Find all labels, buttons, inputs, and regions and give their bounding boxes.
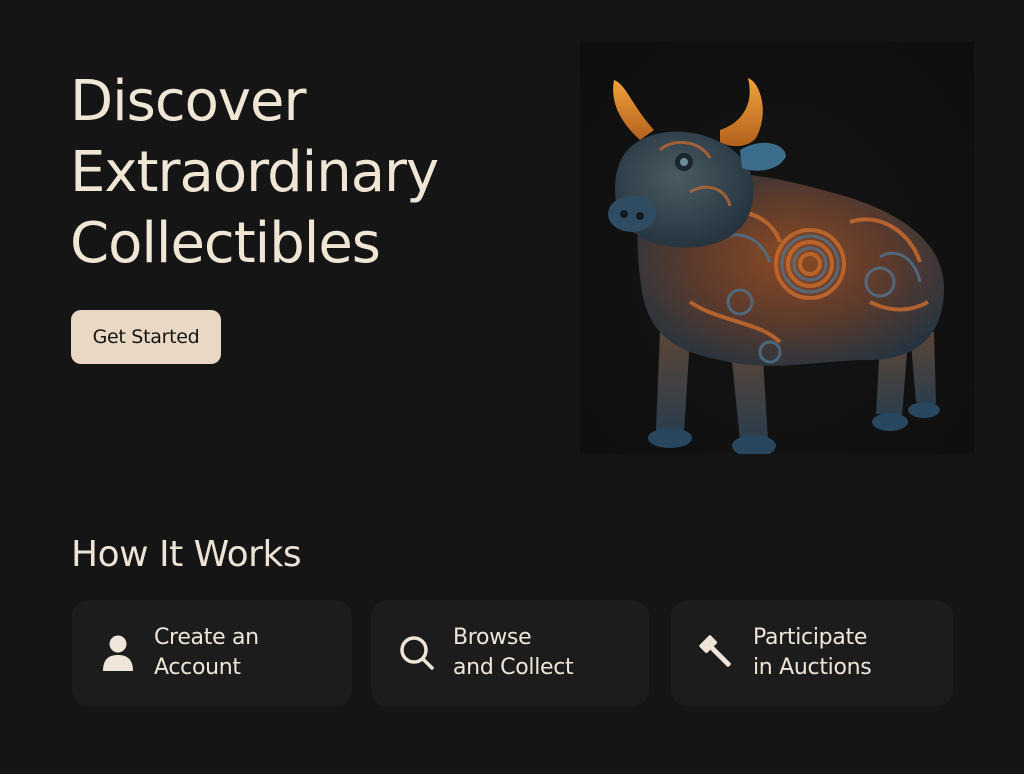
step-label-browse-collect: Browse and Collect bbox=[453, 623, 574, 683]
step-label-line-2: in Auctions bbox=[753, 655, 872, 680]
hero-title-line-3: Collectibles bbox=[70, 211, 381, 276]
step-label-line-2: and Collect bbox=[453, 655, 574, 680]
step-label-line-1: Participate bbox=[753, 625, 868, 650]
hero-image-bull-sculpture bbox=[580, 42, 974, 454]
get-started-button[interactable]: Get Started bbox=[71, 310, 221, 364]
hero-title: Discover Extraordinary Collectibles bbox=[70, 66, 570, 279]
step-card-create-account[interactable]: Create an Account bbox=[72, 600, 352, 706]
user-icon bbox=[98, 633, 138, 673]
hero-title-line-1: Discover bbox=[70, 69, 307, 134]
step-card-participate-auctions[interactable]: Participate in Auctions bbox=[671, 600, 953, 706]
how-it-works-title: How It Works bbox=[71, 534, 302, 575]
step-label-line-2: Account bbox=[154, 655, 241, 680]
landing-page: Discover Extraordinary Collectibles Get … bbox=[0, 0, 1024, 774]
hero-title-line-2: Extraordinary bbox=[70, 140, 439, 205]
step-label-line-1: Browse bbox=[453, 625, 532, 650]
step-card-browse-collect[interactable]: Browse and Collect bbox=[371, 600, 649, 706]
bull-sculpture-illustration bbox=[608, 78, 945, 454]
step-label-create-account: Create an Account bbox=[154, 623, 259, 683]
step-label-participate-auctions: Participate in Auctions bbox=[753, 623, 872, 683]
gavel-icon bbox=[697, 633, 737, 673]
step-label-line-1: Create an bbox=[154, 625, 259, 650]
search-icon bbox=[397, 633, 437, 673]
